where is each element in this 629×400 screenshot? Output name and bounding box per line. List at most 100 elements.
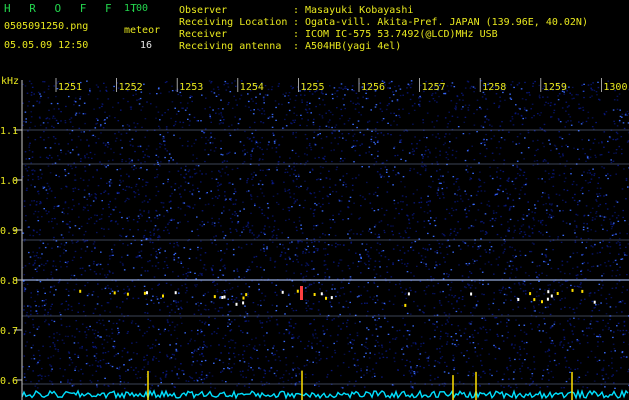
noise-speck — [221, 307, 223, 309]
noise-speck — [552, 249, 554, 251]
noise-speck — [189, 190, 191, 193]
noise-speck — [39, 201, 42, 203]
noise-speck — [626, 110, 629, 113]
noise-speck — [426, 112, 429, 114]
noise-speck — [165, 370, 168, 372]
noise-speck — [53, 343, 56, 345]
noise-speck — [121, 301, 124, 303]
noise-speck — [353, 202, 355, 204]
noise-speck — [348, 380, 351, 383]
noise-speck — [38, 247, 41, 249]
noise-speck — [378, 317, 380, 320]
noise-speck — [458, 264, 460, 266]
noise-speck — [429, 379, 432, 381]
noise-speck — [187, 118, 189, 120]
noise-speck — [84, 157, 87, 159]
noise-speck — [318, 156, 320, 159]
noise-speck — [291, 368, 294, 370]
noise-speck — [149, 320, 152, 322]
noise-speck — [406, 345, 408, 347]
noise-speck — [295, 309, 298, 312]
noise-speck — [316, 249, 319, 252]
noise-speck — [176, 337, 179, 340]
noise-speck — [453, 368, 455, 371]
noise-speck — [401, 195, 404, 197]
noise-speck — [577, 148, 579, 150]
noise-speck — [513, 225, 516, 227]
noise-speck — [619, 232, 621, 234]
noise-speck — [240, 247, 243, 249]
noise-speck — [220, 114, 223, 116]
noise-speck — [220, 258, 223, 260]
noise-speck — [591, 219, 594, 221]
noise-speck — [538, 280, 540, 282]
noise-speck — [256, 195, 259, 198]
noise-speck — [148, 156, 150, 158]
noise-speck — [234, 211, 236, 213]
noise-speck — [23, 274, 26, 276]
noise-speck — [193, 313, 196, 315]
noise-speck — [186, 275, 189, 277]
noise-speck — [282, 348, 285, 351]
noise-speck — [534, 207, 537, 209]
noise-speck — [182, 273, 185, 276]
noise-speck — [433, 336, 436, 338]
noise-speck — [514, 249, 516, 251]
noise-speck — [458, 245, 460, 247]
noise-speck — [621, 351, 624, 353]
noise-speck — [362, 196, 364, 198]
noise-speck — [416, 221, 419, 223]
noise-speck — [375, 324, 377, 326]
noise-speck — [429, 201, 431, 203]
noise-speck — [127, 244, 129, 246]
noise-speck — [447, 321, 449, 323]
noise-speck — [197, 309, 200, 311]
noise-speck — [274, 266, 276, 268]
noise-speck — [217, 182, 219, 184]
noise-speck — [601, 166, 603, 168]
noise-speck — [545, 274, 548, 277]
noise-speck — [582, 106, 584, 109]
noise-speck — [313, 131, 316, 133]
noise-speck — [587, 117, 590, 119]
noise-speck — [509, 277, 511, 279]
noise-speck — [619, 274, 621, 276]
noise-speck — [545, 256, 548, 258]
noise-speck — [472, 86, 475, 88]
noise-speck — [169, 344, 171, 346]
noise-speck — [30, 162, 32, 164]
noise-speck — [620, 301, 622, 304]
noise-speck — [155, 255, 157, 258]
noise-speck — [217, 327, 219, 330]
noise-speck — [242, 228, 245, 231]
noise-speck — [92, 263, 95, 265]
noise-speck — [204, 149, 206, 151]
noise-speck — [473, 260, 476, 262]
noise-speck — [510, 291, 512, 293]
noise-speck — [164, 112, 166, 114]
noise-speck — [479, 179, 481, 181]
noise-speck — [615, 242, 618, 244]
noise-speck — [569, 92, 571, 94]
noise-speck — [271, 180, 273, 182]
noise-speck — [163, 215, 165, 217]
noise-speck — [327, 244, 330, 246]
noise-speck — [613, 99, 616, 101]
colon: : — [293, 5, 300, 16]
noise-speck — [264, 225, 266, 227]
noise-speck — [449, 234, 451, 236]
noise-speck — [473, 91, 475, 93]
noise-speck — [144, 270, 147, 272]
noise-speck — [569, 256, 572, 258]
noise-speck — [453, 86, 456, 88]
noise-speck — [448, 313, 451, 315]
noise-speck — [294, 254, 297, 256]
noise-speck — [625, 179, 628, 181]
noise-speck — [28, 149, 31, 152]
noise-speck — [612, 109, 615, 111]
noise-speck — [132, 94, 135, 96]
noise-speck — [590, 83, 592, 86]
noise-speck — [442, 144, 445, 146]
noise-speck — [419, 95, 421, 98]
noise-speck — [330, 306, 333, 308]
